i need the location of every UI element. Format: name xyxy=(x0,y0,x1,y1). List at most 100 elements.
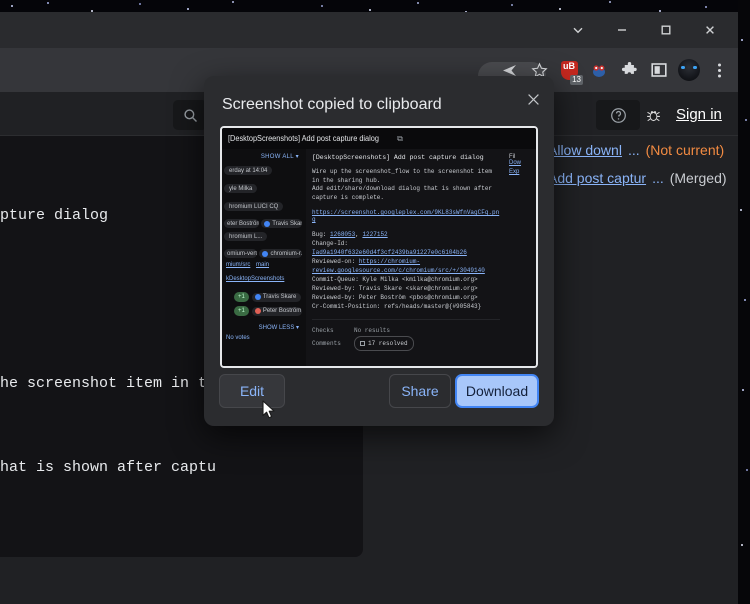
voter-chip: Peter Boström xyxy=(251,306,302,316)
vote-score: +1 xyxy=(234,292,249,302)
right-col-link: Dow xyxy=(509,160,522,166)
status-badge: (Merged) xyxy=(669,170,727,186)
edit-button[interactable]: Edit xyxy=(219,374,285,408)
avatar-dot xyxy=(262,250,269,257)
voter-chip: Travis Skare xyxy=(251,292,302,302)
change-link[interactable]: Add post captur xyxy=(548,170,646,186)
sidebar-row: omium-vert. xyxy=(224,249,258,258)
status-badge: (Not current) xyxy=(645,142,725,158)
text-line: hat is shown after captu xyxy=(0,459,217,476)
browser-titlebar xyxy=(0,12,738,48)
preview-titlebar: [DesktopScreenshots] Add post capture di… xyxy=(222,128,536,149)
meta-value: 1268053 xyxy=(330,231,356,238)
meta-value: Kyle Milka <kmilka@chromium.org> xyxy=(362,276,478,283)
window-controls xyxy=(556,12,732,48)
comments-value: 17 resolved xyxy=(368,340,408,347)
chevron-down-icon[interactable] xyxy=(556,12,600,48)
text-line: he screenshot item in th xyxy=(0,375,217,392)
reviewer-name: chromium-r... xyxy=(270,250,302,257)
meta-key: Bug: xyxy=(312,231,327,238)
reviewer-name: eter Boström xyxy=(227,220,260,227)
ellipsis: ... xyxy=(627,142,640,158)
help-button[interactable] xyxy=(596,100,640,130)
voter-name: Travis Skare xyxy=(262,294,297,300)
avatar-dot xyxy=(254,294,261,300)
screen: uB 13 Sign in pture dialog he screenshot… xyxy=(0,0,750,604)
sign-in-link[interactable]: Sign in xyxy=(676,106,722,123)
meta-key: Reviewed-by: xyxy=(312,285,356,292)
help-circle-icon xyxy=(610,107,626,123)
repo-link: mium/src xyxy=(226,262,251,268)
meta-value: Travis Skare <skare@chromium.org> xyxy=(358,285,478,292)
meta-key: Change-Id: xyxy=(312,240,349,247)
copy-icon: ⧉ xyxy=(397,133,403,143)
meta-row: Reviewed-by: Peter Boström <pbos@chromiu… xyxy=(312,293,500,302)
sidebar-row-label: omium-vert. xyxy=(227,250,258,257)
reviewer-chip: chromium-r... xyxy=(259,249,302,258)
chrome-menu-icon[interactable] xyxy=(704,55,734,85)
ublock-origin-icon[interactable]: uB 13 xyxy=(554,55,584,85)
vote-row: +1 Peter Boström xyxy=(234,306,302,316)
sidebar-row: hromium LUCI CQ xyxy=(224,202,284,211)
change-link[interactable]: Allow downl xyxy=(548,142,622,158)
checks-value: No results xyxy=(354,327,391,334)
ublock-badge-count: 13 xyxy=(570,75,583,85)
avatar-dot xyxy=(254,308,261,314)
resolved-badge: 17 resolved xyxy=(354,336,414,351)
vote-score: +1 xyxy=(234,306,249,316)
reviewer-name: Travis Skare xyxy=(272,220,302,227)
commit-title: [DesktopScreenshots] Add post capture di… xyxy=(312,154,484,161)
avatar xyxy=(678,59,700,81)
preview-footer: Checks No results Comments 17 resolved xyxy=(312,319,500,351)
list-item[interactable]: Add post captur... (Merged) xyxy=(548,164,738,192)
show-less-link: SHOW LESS ▾ xyxy=(258,325,299,331)
sidebar-row: yle Milka xyxy=(224,184,258,193)
meta-row: Change-Id: Iad9a1940f632e60d4f3cf2439ba9… xyxy=(312,239,500,257)
checks-label: Checks xyxy=(312,327,334,334)
profile-avatar[interactable] xyxy=(674,55,704,85)
hashtag-link: kDesktopScreenshots xyxy=(226,276,285,282)
close-icon[interactable] xyxy=(688,12,732,48)
preview-commit-panel: [DesktopScreenshots] Add post capture di… xyxy=(306,149,506,366)
meta-value: Iad9a1940f632e60d4f3cf2439ba91227e0c6104… xyxy=(312,249,467,256)
maximize-icon[interactable] xyxy=(644,12,688,48)
meta-row: Cr-Commit-Position: refs/heads/master@{#… xyxy=(312,302,500,311)
download-button[interactable]: Download xyxy=(455,374,539,408)
checks-row: Checks No results xyxy=(312,325,500,336)
preview-sidebar: SHOW ALL ▾ erday at 14:04 yle Milka hrom… xyxy=(222,149,306,366)
side-panel-icon[interactable] xyxy=(644,55,674,85)
extensions-puzzle-icon[interactable] xyxy=(614,55,644,85)
screenshot-dialog: Screenshot copied to clipboard [DesktopS… xyxy=(204,76,554,426)
avatar-dot xyxy=(264,220,271,227)
desktop-background-right xyxy=(738,0,750,604)
list-item[interactable]: Allow downl... (Not current) xyxy=(548,136,738,164)
search-icon xyxy=(183,108,197,122)
reviewer-chip-row: eter Boström Travis Skare xyxy=(224,219,302,228)
vote-row: +1 Travis Skare xyxy=(234,292,302,302)
related-changes-list: Allow downl... (Not current) Add post ca… xyxy=(548,136,738,192)
dialog-title: Screenshot copied to clipboard xyxy=(222,96,442,113)
meta-row: Reviewed-by: Travis Skare <skare@chromiu… xyxy=(312,284,500,293)
meta-value: 1227152 xyxy=(362,231,388,238)
extension-blue-icon[interactable] xyxy=(584,55,614,85)
no-votes-label: No votes xyxy=(226,335,250,341)
search-input[interactable] xyxy=(173,100,207,130)
meta-value: refs/heads/master@{#905843} xyxy=(384,303,482,310)
minimize-icon[interactable] xyxy=(600,12,644,48)
meta-key: Reviewed-by: xyxy=(312,294,356,301)
comments-label: Comments xyxy=(312,340,341,347)
comments-row: Comments 17 resolved xyxy=(312,336,500,351)
bug-icon[interactable] xyxy=(644,106,662,124)
close-icon[interactable] xyxy=(522,88,544,110)
reviewer-chip-row: omium-vert. chromium-r... xyxy=(224,249,302,258)
sidebar-row: erday at 14:04 xyxy=(224,166,273,175)
meta-row: Bug: 1268053, 1227152 xyxy=(312,231,388,238)
checkbox-icon xyxy=(360,341,365,346)
meta-key: Reviewed-on: xyxy=(312,258,356,265)
meta-row: Reviewed-on: https://chromium-review.goo… xyxy=(312,257,500,275)
share-button[interactable]: Share xyxy=(389,374,451,408)
right-col-link: Exp xyxy=(509,169,520,175)
reviewer-chip: Travis Skare xyxy=(261,219,302,228)
commit-meta: Bug: 1268053, 1227152 Change-Id: Iad9a19… xyxy=(312,230,500,311)
screenshot-preview[interactable]: [DesktopScreenshots] Add post capture di… xyxy=(220,126,538,368)
